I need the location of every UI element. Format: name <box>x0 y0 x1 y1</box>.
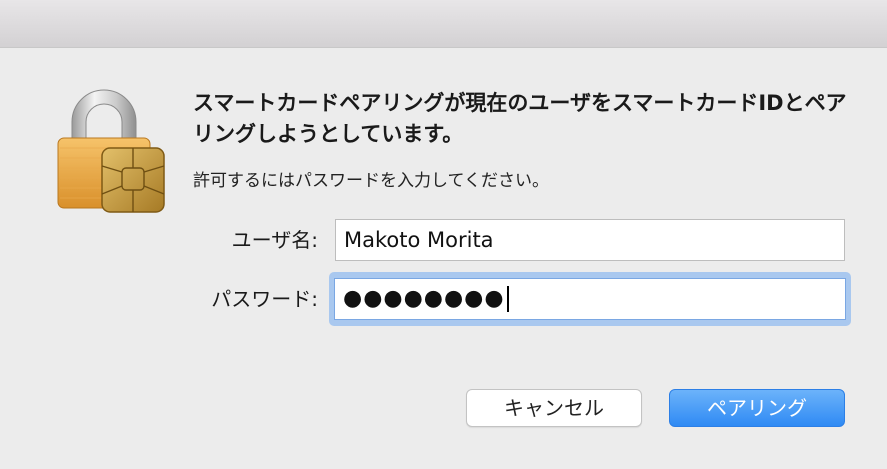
dialog-instruction: 許可するにはパスワードを入力してください。 <box>193 171 549 191</box>
cancel-button[interactable]: キャンセル <box>466 389 642 427</box>
password-field[interactable]: ●●●●●●●● <box>334 278 846 320</box>
username-value: Makoto Morita <box>344 228 494 252</box>
pair-button[interactable]: ペアリング <box>669 389 845 427</box>
smartcard-lock-icon <box>57 89 165 213</box>
dialog-heading: スマートカードペアリングが現在のユーザをスマートカードIDとペアリングしようとし… <box>193 91 847 146</box>
password-label: パスワード: <box>211 287 318 311</box>
username-field[interactable]: Makoto Morita <box>335 219 845 261</box>
text-caret <box>506 286 509 312</box>
password-mask: ●●●●●●●● <box>343 286 505 311</box>
window-titlebar <box>0 0 887 48</box>
username-label: ユーザ名: <box>231 228 318 252</box>
